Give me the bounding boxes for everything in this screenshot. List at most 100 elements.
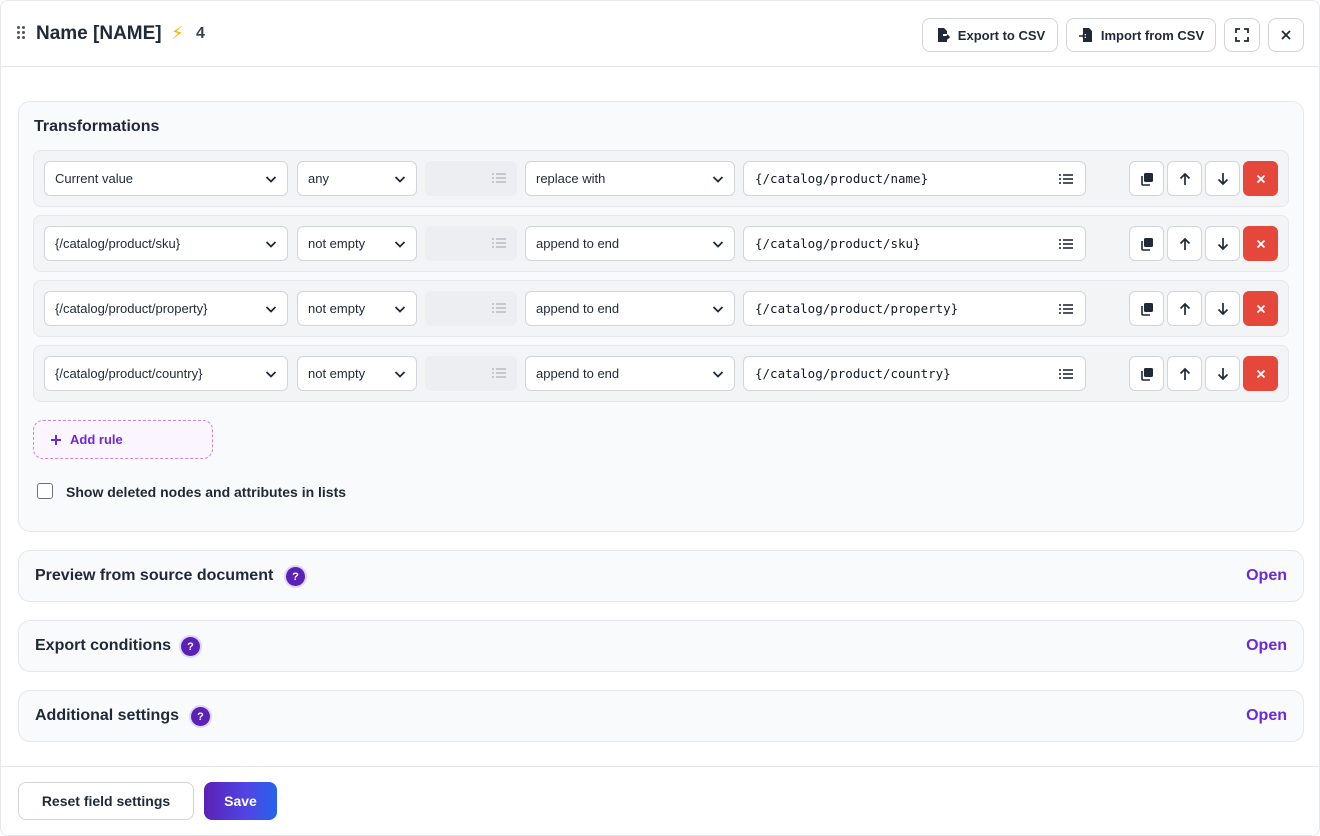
value-text: {/catalog/product/property}: [755, 301, 959, 316]
field-title: Name [NAME]: [36, 23, 162, 44]
save-button[interactable]: Save: [204, 782, 277, 820]
chevron-down-icon: [265, 306, 277, 313]
condition-value-input: [425, 291, 517, 326]
move-up-button[interactable]: [1167, 161, 1202, 196]
lightning-icon: ⚡: [171, 23, 184, 43]
move-up-button[interactable]: [1167, 291, 1202, 326]
arrow-down-icon: [1217, 302, 1228, 315]
reset-settings-button[interactable]: Reset field settings: [18, 782, 194, 820]
condition-value: not empty: [308, 301, 366, 316]
source-value: {/catalog/product/country}: [55, 366, 203, 381]
duplicate-rule-button[interactable]: [1129, 356, 1164, 391]
condition-select[interactable]: not empty: [297, 291, 417, 326]
add-rule-button[interactable]: Add rule: [33, 420, 213, 459]
help-icon[interactable]: ?: [286, 567, 305, 586]
export-csv-label: Export to CSV: [957, 27, 1046, 43]
help-icon[interactable]: ?: [191, 707, 210, 726]
move-up-button[interactable]: [1167, 356, 1202, 391]
source-value: {/catalog/product/sku}: [55, 236, 181, 251]
list-icon: [1059, 239, 1073, 249]
move-down-button[interactable]: [1205, 226, 1240, 261]
list-icon: [492, 238, 506, 248]
close-icon: [1256, 239, 1265, 248]
help-icon[interactable]: ?: [181, 637, 200, 656]
file-import-icon: [1078, 28, 1092, 42]
show-deleted-checkbox[interactable]: [37, 483, 53, 499]
rule-row: {/catalog/product/property} not empty appe…: [33, 280, 1289, 337]
arrow-up-icon: [1179, 172, 1190, 185]
arrow-up-icon: [1179, 367, 1190, 380]
section-title: Preview from source document: [35, 567, 274, 584]
chevron-down-icon: [394, 371, 406, 378]
chevron-down-icon: [394, 241, 406, 248]
move-down-button[interactable]: [1205, 291, 1240, 326]
duplicate-rule-button[interactable]: [1129, 226, 1164, 261]
move-up-button[interactable]: [1167, 226, 1202, 261]
condition-value: any: [308, 171, 329, 186]
duplicate-rule-button[interactable]: [1129, 291, 1164, 326]
value-input[interactable]: {/catalog/product/sku}: [743, 226, 1086, 261]
export-csv-button[interactable]: Export to CSV: [922, 18, 1058, 52]
open-link[interactable]: Open: [1246, 707, 1287, 725]
fullscreen-button[interactable]: [1224, 18, 1260, 52]
close-icon: [1256, 304, 1265, 313]
action-value: append to end: [536, 301, 620, 316]
delete-rule-button[interactable]: [1243, 226, 1278, 261]
arrow-down-icon: [1217, 367, 1228, 380]
action-value: replace with: [536, 171, 606, 186]
action-select[interactable]: append to end: [525, 226, 735, 261]
chevron-down-icon: [712, 371, 724, 378]
condition-value: not empty: [308, 236, 366, 251]
section-title: Export conditions: [35, 637, 171, 654]
action-select[interactable]: replace with: [525, 161, 735, 196]
rule-count: 4: [196, 25, 205, 42]
plus-icon: [51, 434, 61, 445]
action-select[interactable]: append to end: [525, 356, 735, 391]
additional-settings-section[interactable]: Additional settings ? Open: [18, 690, 1304, 742]
value-text: {/catalog/product/country}: [755, 366, 951, 381]
list-icon: [1059, 369, 1073, 379]
transformations-card: Transformations Current value any replace …: [18, 101, 1304, 532]
list-icon: [492, 368, 506, 378]
source-select[interactable]: {/catalog/product/sku}: [44, 226, 288, 261]
close-button[interactable]: [1268, 18, 1304, 52]
chevron-down-icon: [712, 176, 724, 183]
chevron-down-icon: [394, 176, 406, 183]
open-link[interactable]: Open: [1246, 567, 1287, 585]
source-select[interactable]: Current value: [44, 161, 288, 196]
duplicate-rule-button[interactable]: [1129, 161, 1164, 196]
arrow-up-icon: [1179, 237, 1190, 250]
condition-select[interactable]: not empty: [297, 226, 417, 261]
value-input[interactable]: {/catalog/product/property}: [743, 291, 1086, 326]
value-input[interactable]: {/catalog/product/name}: [743, 161, 1086, 196]
value-text: {/catalog/product/name}: [755, 171, 929, 186]
move-down-button[interactable]: [1205, 161, 1240, 196]
list-icon: [492, 173, 506, 183]
open-link[interactable]: Open: [1246, 637, 1287, 655]
export-conditions-section[interactable]: Export conditions ? Open: [18, 620, 1304, 672]
move-down-button[interactable]: [1205, 356, 1240, 391]
source-select[interactable]: {/catalog/product/country}: [44, 356, 288, 391]
action-select[interactable]: append to end: [525, 291, 735, 326]
drag-handle-icon[interactable]: [15, 25, 27, 41]
source-value: Current value: [55, 171, 134, 186]
add-rule-label: Add rule: [70, 432, 123, 447]
delete-rule-button[interactable]: [1243, 291, 1278, 326]
source-select[interactable]: {/catalog/product/property}: [44, 291, 288, 326]
copy-icon: [1140, 367, 1153, 381]
import-csv-button[interactable]: Import from CSV: [1066, 18, 1216, 52]
value-input[interactable]: {/catalog/product/country}: [743, 356, 1086, 391]
condition-value-input: [425, 226, 517, 261]
condition-select[interactable]: not empty: [297, 356, 417, 391]
delete-rule-button[interactable]: [1243, 356, 1278, 391]
preview-section[interactable]: Preview from source document ? Open: [18, 550, 1304, 602]
condition-select[interactable]: any: [297, 161, 417, 196]
import-csv-label: Import from CSV: [1100, 27, 1205, 43]
panel-header: Name [NAME] ⚡ 4 Export to CSV Import fro…: [1, 1, 1319, 67]
condition-value-input: [425, 161, 517, 196]
delete-rule-button[interactable]: [1243, 161, 1278, 196]
field-settings-panel: Name [NAME] ⚡ 4 Export to CSV Import fro…: [0, 0, 1320, 836]
source-value: {/catalog/product/property}: [55, 301, 208, 316]
copy-icon: [1140, 302, 1153, 316]
rule-row: {/catalog/product/country} not empty appen…: [33, 345, 1289, 402]
